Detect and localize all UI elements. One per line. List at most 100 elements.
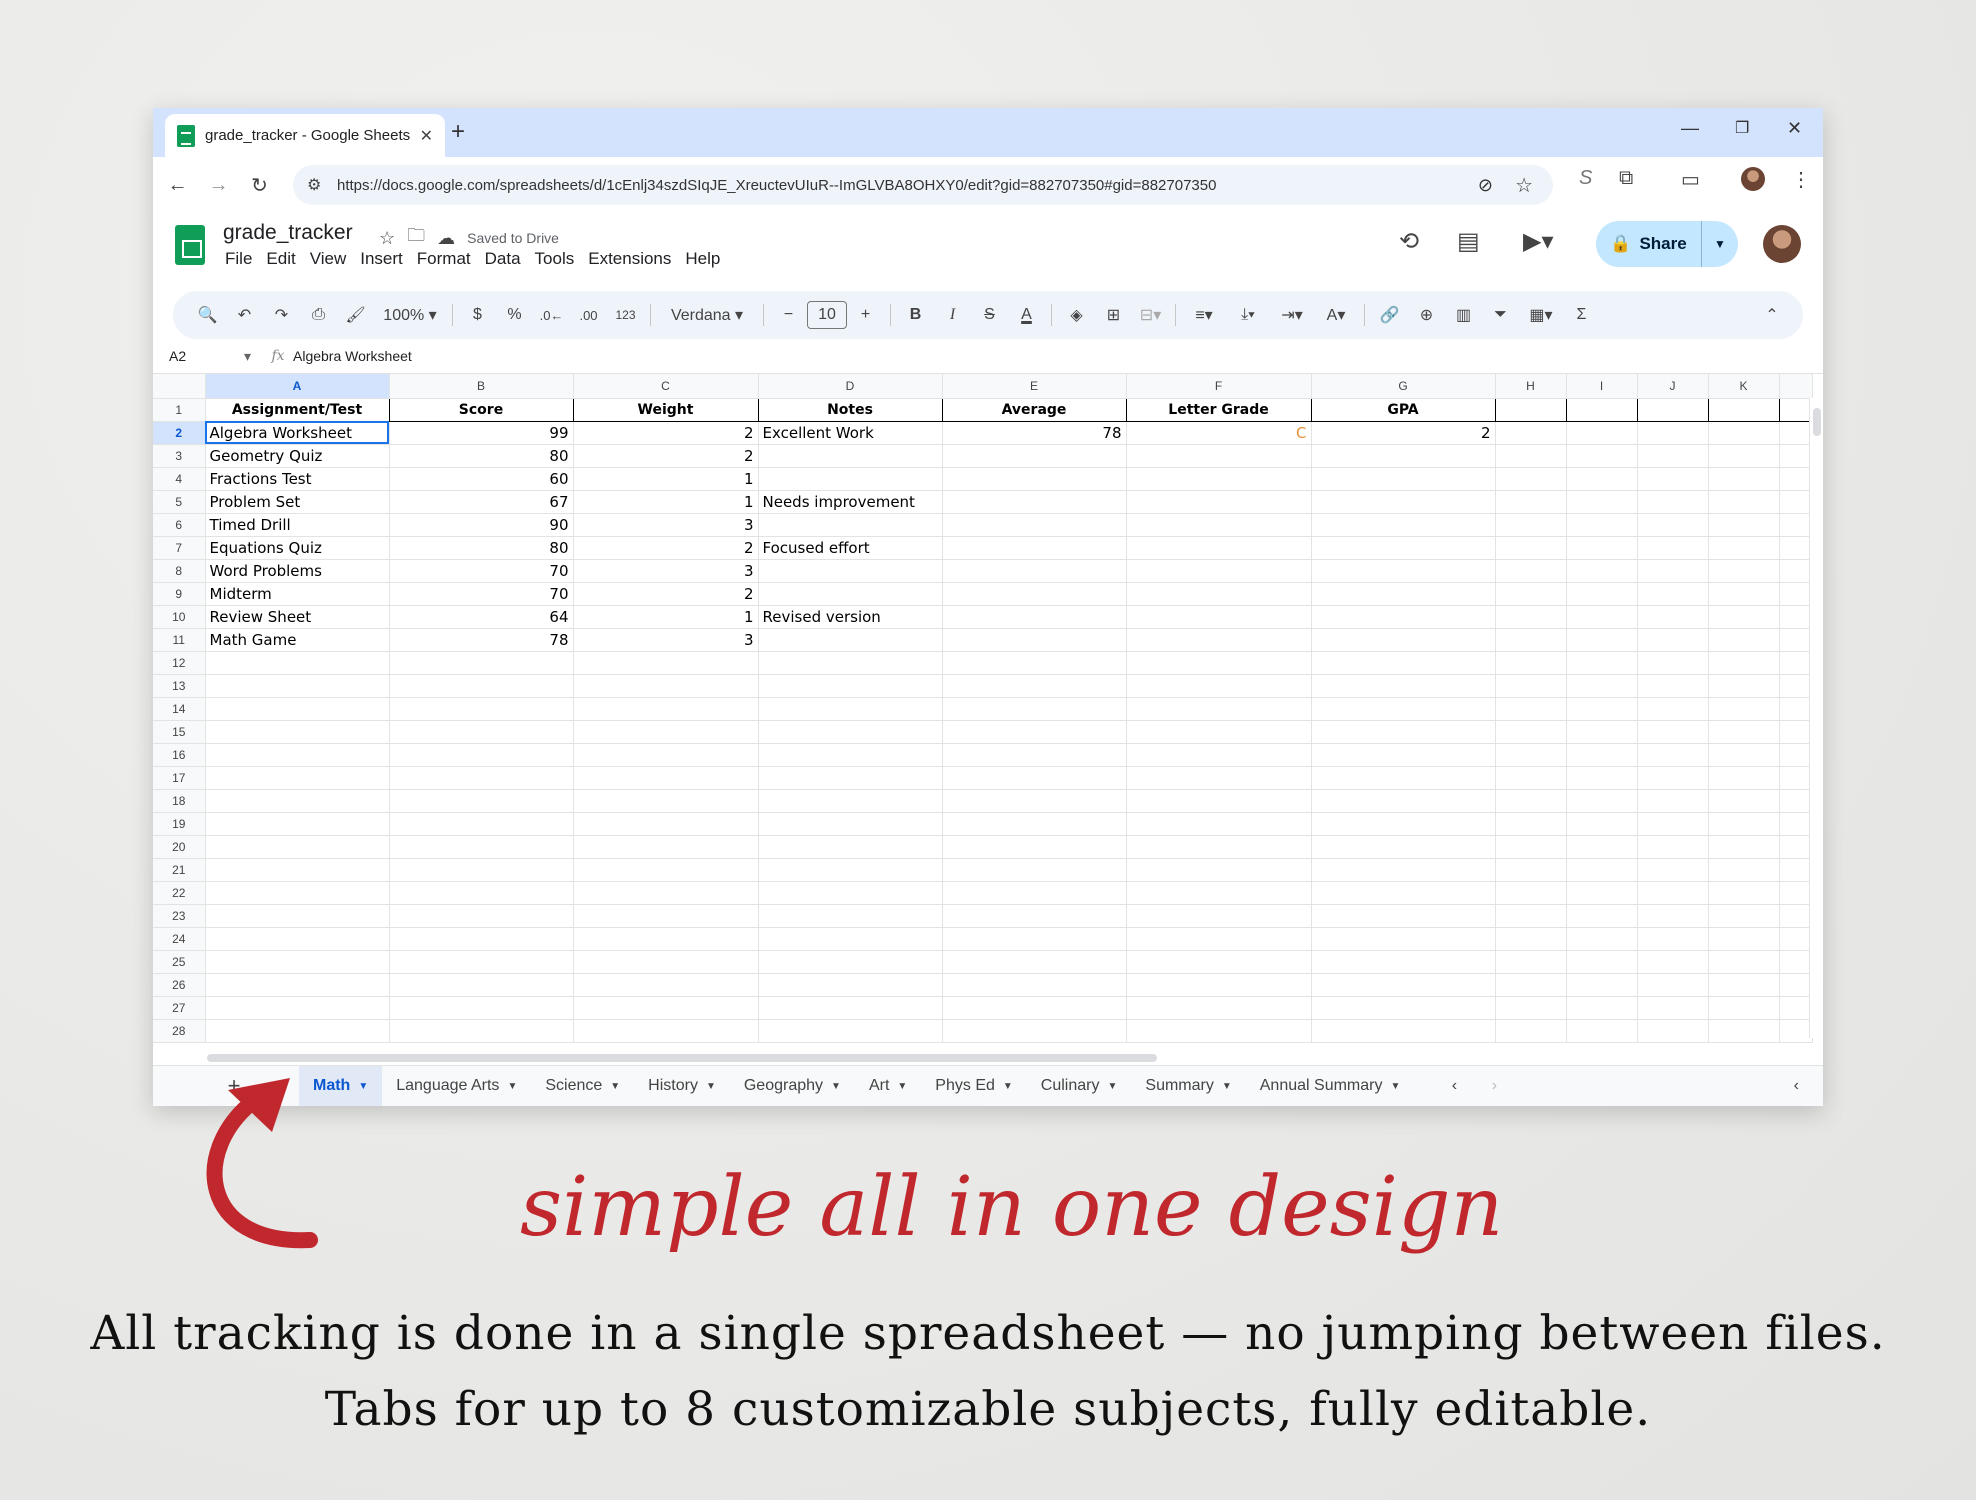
cell[interactable]: Fractions Test	[205, 467, 390, 491]
cell[interactable]	[205, 927, 390, 951]
cell[interactable]	[1637, 950, 1709, 974]
row-header[interactable]: 10	[153, 605, 206, 629]
menu-file[interactable]: File	[225, 249, 252, 269]
text-color-icon[interactable]: A	[1008, 306, 1045, 324]
cell[interactable]	[1126, 858, 1312, 882]
cell[interactable]	[1126, 996, 1312, 1020]
increase-font-size-icon[interactable]: +	[847, 306, 884, 324]
cell[interactable]	[1495, 559, 1567, 583]
cell[interactable]	[1637, 812, 1709, 836]
cell[interactable]	[389, 812, 574, 836]
cell[interactable]	[389, 881, 574, 905]
cell[interactable]	[1495, 996, 1567, 1020]
cell[interactable]	[1126, 651, 1312, 675]
cell[interactable]	[1495, 674, 1567, 698]
sheet-tab-menu-icon[interactable]: ▼	[1390, 1081, 1400, 1092]
cell[interactable]	[1637, 421, 1709, 445]
cell[interactable]	[1708, 605, 1780, 629]
functions-icon[interactable]: Σ	[1563, 306, 1600, 324]
cell[interactable]	[942, 697, 1127, 721]
cell[interactable]	[1637, 996, 1709, 1020]
cell[interactable]	[942, 973, 1127, 997]
cell[interactable]	[1495, 536, 1567, 560]
cell[interactable]	[942, 605, 1127, 629]
cell[interactable]	[1566, 789, 1638, 813]
bold-icon[interactable]: B	[897, 306, 934, 324]
cell[interactable]: Weight	[573, 398, 759, 422]
cell[interactable]	[1311, 996, 1496, 1020]
currency-format-icon[interactable]: $	[459, 306, 496, 324]
cell[interactable]	[389, 720, 574, 744]
sheet-tab-menu-icon[interactable]: ▼	[1222, 1081, 1232, 1092]
cell[interactable]	[758, 766, 943, 790]
cell[interactable]: Letter Grade	[1126, 398, 1312, 422]
font-size-field[interactable]: 10	[807, 301, 847, 329]
cell[interactable]	[1311, 467, 1496, 491]
row-header[interactable]: 13	[153, 674, 206, 698]
filter-views-icon[interactable]: ▦▾	[1519, 305, 1563, 325]
cell[interactable]: 1	[573, 467, 759, 491]
cell[interactable]	[1708, 513, 1780, 537]
cell[interactable]: 70	[389, 559, 574, 583]
cell[interactable]	[1708, 444, 1780, 468]
cell[interactable]: Timed Drill	[205, 513, 390, 537]
paint-format-icon[interactable]: 🖌	[337, 305, 374, 325]
cell[interactable]	[389, 927, 574, 951]
cell[interactable]: 60	[389, 467, 574, 491]
cell[interactable]	[758, 697, 943, 721]
cell[interactable]	[942, 904, 1127, 928]
cell[interactable]: Assignment/Test	[205, 398, 390, 422]
cell[interactable]	[1126, 835, 1312, 859]
cell[interactable]	[573, 996, 759, 1020]
cell[interactable]	[1566, 950, 1638, 974]
cell[interactable]	[389, 996, 574, 1020]
cell[interactable]: C	[1126, 421, 1312, 445]
cell[interactable]	[758, 582, 943, 606]
cell[interactable]	[1311, 927, 1496, 951]
cell[interactable]	[942, 858, 1127, 882]
extension-s-icon[interactable]: S	[1579, 167, 1592, 190]
cell[interactable]	[1566, 927, 1638, 951]
cell[interactable]	[1311, 973, 1496, 997]
column-header[interactable]: E	[942, 374, 1127, 399]
cell[interactable]	[1637, 720, 1709, 744]
cell[interactable]	[758, 674, 943, 698]
browser-menu-icon[interactable]: ⋮	[1791, 167, 1811, 192]
cell[interactable]	[1637, 973, 1709, 997]
cell[interactable]	[758, 743, 943, 767]
sheet-tab[interactable]: Culinary ▼	[1027, 1066, 1132, 1106]
sheet-tab[interactable]: Phys Ed ▼	[921, 1066, 1027, 1106]
cell[interactable]	[1637, 904, 1709, 928]
menu-help[interactable]: Help	[685, 249, 720, 269]
cell[interactable]: Geometry Quiz	[205, 444, 390, 468]
cell[interactable]	[1566, 582, 1638, 606]
sheet-tab[interactable]: Science ▼	[531, 1066, 634, 1106]
cell[interactable]: 80	[389, 444, 574, 468]
row-header[interactable]: 16	[153, 743, 206, 767]
cell[interactable]	[942, 835, 1127, 859]
close-window-icon[interactable]: ✕	[1787, 118, 1802, 139]
font-select[interactable]: Verdana ▾	[657, 305, 757, 325]
cell[interactable]	[1495, 858, 1567, 882]
document-title[interactable]: grade_tracker	[223, 221, 353, 245]
cell[interactable]	[205, 651, 390, 675]
sheet-tab-menu-icon[interactable]: ▼	[831, 1081, 841, 1092]
column-header[interactable]: B	[389, 374, 574, 399]
share-button[interactable]: 🔒 Share ▼	[1596, 221, 1738, 267]
cell[interactable]	[1708, 651, 1780, 675]
reload-icon[interactable]: ↻	[239, 173, 280, 198]
cell[interactable]	[942, 927, 1127, 951]
cell[interactable]	[1311, 536, 1496, 560]
row-header[interactable]: 19	[153, 812, 206, 836]
site-settings-icon[interactable]: ⚙	[307, 175, 337, 195]
cell[interactable]	[1637, 881, 1709, 905]
column-header[interactable]: J	[1637, 374, 1709, 399]
cell[interactable]	[1637, 605, 1709, 629]
bookmark-star-icon[interactable]: ☆	[1515, 173, 1533, 198]
increase-decimal-icon[interactable]: .00	[570, 308, 607, 323]
cell[interactable]	[1126, 605, 1312, 629]
cell[interactable]	[1126, 766, 1312, 790]
cell[interactable]	[1311, 513, 1496, 537]
decrease-font-size-icon[interactable]: −	[770, 306, 807, 324]
sheet-tab[interactable]: Summary ▼	[1131, 1066, 1245, 1106]
